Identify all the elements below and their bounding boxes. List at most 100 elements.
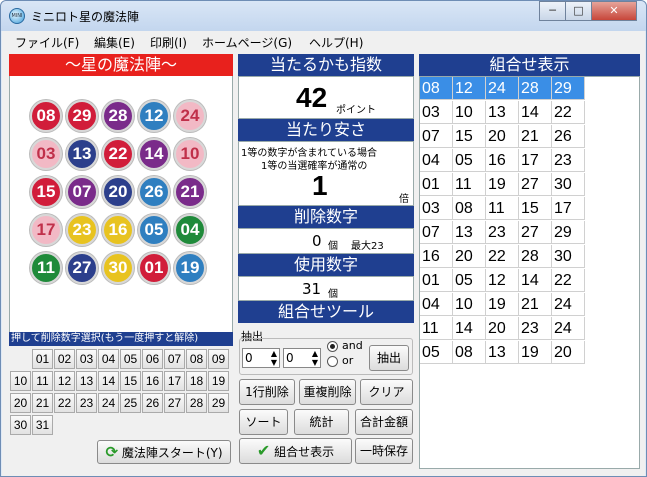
combo-cell[interactable]: 13	[486, 341, 519, 364]
number-button[interactable]: 18	[186, 371, 207, 391]
combo-cell[interactable]: 26	[552, 125, 585, 148]
combo-cell[interactable]: 21	[519, 125, 552, 148]
stats-button[interactable]: 統計	[294, 409, 349, 435]
combo-cell[interactable]: 05	[453, 269, 486, 292]
extract-spin-1[interactable]: 0 ▲ ▼	[242, 348, 280, 368]
number-button[interactable]: 17	[164, 371, 185, 391]
menu-help[interactable]: ヘルプ(H)	[309, 34, 363, 51]
combo-cell[interactable]: 05	[453, 149, 486, 172]
combo-cell[interactable]: 11	[486, 197, 519, 220]
number-button[interactable]: 02	[54, 349, 75, 369]
combo-cell[interactable]: 22	[552, 101, 585, 124]
combo-cell[interactable]: 23	[552, 149, 585, 172]
extract-spin-2[interactable]: 0 ▲ ▼	[283, 348, 321, 368]
combo-cell[interactable]: 17	[552, 197, 585, 220]
combo-cell[interactable]: 13	[453, 221, 486, 244]
spin-arrows-icon[interactable]: ▲ ▼	[312, 349, 318, 367]
number-button[interactable]: 26	[142, 393, 163, 413]
number-button[interactable]: 04	[98, 349, 119, 369]
combo-cell[interactable]: 14	[519, 269, 552, 292]
duplicate-delete-button[interactable]: 重複削除	[299, 379, 356, 405]
combo-cell[interactable]: 16	[420, 245, 453, 268]
sort-button[interactable]: ソート	[239, 409, 288, 435]
combo-cell[interactable]: 07	[420, 221, 453, 244]
combo-cell[interactable]: 23	[519, 317, 552, 340]
number-button[interactable]: 21	[32, 393, 53, 413]
number-button[interactable]: 08	[186, 349, 207, 369]
maximize-button[interactable]: □	[565, 1, 592, 21]
combo-cell[interactable]: 03	[420, 197, 453, 220]
number-button[interactable]: 13	[76, 371, 97, 391]
combo-cell[interactable]: 29	[552, 77, 585, 100]
combo-cell[interactable]: 14	[453, 317, 486, 340]
combo-cell[interactable]: 19	[519, 341, 552, 364]
number-button[interactable]: 14	[98, 371, 119, 391]
combo-cell[interactable]: 20	[552, 341, 585, 364]
combo-cell[interactable]: 10	[453, 293, 486, 316]
menu-homepage[interactable]: ホームページ(G)	[202, 34, 292, 51]
combo-cell[interactable]: 19	[486, 173, 519, 196]
menu-print[interactable]: 印刷(I)	[150, 34, 187, 51]
number-button[interactable]: 22	[54, 393, 75, 413]
number-button[interactable]: 01	[32, 349, 53, 369]
number-button[interactable]: 09	[208, 349, 229, 369]
combo-cell[interactable]: 22	[552, 269, 585, 292]
magic-start-button[interactable]: ⟳ 魔法陣スタート(Y)	[97, 440, 231, 464]
number-button[interactable]: 24	[98, 393, 119, 413]
menu-edit[interactable]: 編集(E)	[94, 34, 135, 51]
combo-cell[interactable]: 28	[519, 77, 552, 100]
number-button[interactable]: 28	[186, 393, 207, 413]
combo-cell[interactable]: 20	[486, 317, 519, 340]
number-button[interactable]: 31	[32, 415, 53, 435]
combo-cell[interactable]: 24	[552, 317, 585, 340]
number-button[interactable]: 25	[120, 393, 141, 413]
number-button[interactable]: 15	[120, 371, 141, 391]
combo-cell[interactable]: 11	[420, 317, 453, 340]
combo-cell[interactable]: 22	[486, 245, 519, 268]
combo-cell[interactable]: 17	[519, 149, 552, 172]
title-bar[interactable]: MINI ミニロト星の魔法陣 ─ □ ✕	[1, 1, 646, 31]
clear-button[interactable]: クリア	[360, 379, 413, 405]
number-button[interactable]: 05	[120, 349, 141, 369]
combo-cell[interactable]: 11	[453, 173, 486, 196]
combo-cell[interactable]: 20	[453, 245, 486, 268]
combo-cell[interactable]: 07	[420, 125, 453, 148]
combo-cell[interactable]: 14	[519, 101, 552, 124]
spin-arrows-icon[interactable]: ▲ ▼	[271, 349, 277, 367]
radio-or[interactable]	[327, 356, 338, 367]
number-button[interactable]: 10	[10, 371, 31, 391]
number-button[interactable]: 07	[164, 349, 185, 369]
number-button[interactable]: 20	[10, 393, 31, 413]
combo-cell[interactable]: 01	[420, 173, 453, 196]
number-button[interactable]: 12	[54, 371, 75, 391]
close-button[interactable]: ✕	[591, 1, 637, 21]
number-button[interactable]: 06	[142, 349, 163, 369]
number-button[interactable]: 11	[32, 371, 53, 391]
radio-and[interactable]	[327, 341, 338, 352]
number-button[interactable]: 19	[208, 371, 229, 391]
combo-cell[interactable]: 27	[519, 221, 552, 244]
combo-cell[interactable]: 28	[519, 245, 552, 268]
combo-cell[interactable]: 08	[453, 197, 486, 220]
number-button[interactable]: 27	[164, 393, 185, 413]
combo-cell[interactable]: 04	[420, 149, 453, 172]
combo-cell[interactable]: 30	[552, 173, 585, 196]
combo-cell[interactable]: 13	[486, 101, 519, 124]
extract-button[interactable]: 抽出	[369, 345, 409, 371]
combo-cell[interactable]: 12	[453, 77, 486, 100]
combo-cell[interactable]: 03	[420, 101, 453, 124]
number-button[interactable]: 23	[76, 393, 97, 413]
number-button[interactable]: 16	[142, 371, 163, 391]
minimize-button[interactable]: ─	[539, 1, 566, 21]
combo-cell[interactable]: 04	[420, 293, 453, 316]
combo-cell[interactable]: 20	[486, 125, 519, 148]
combo-cell[interactable]: 08	[420, 77, 453, 100]
combo-cell[interactable]: 19	[486, 293, 519, 316]
row-delete-button[interactable]: 1行削除	[239, 379, 295, 405]
combo-cell[interactable]: 01	[420, 269, 453, 292]
menu-file[interactable]: ファイル(F)	[15, 34, 79, 51]
show-combo-button[interactable]: ✔ 組合せ表示	[239, 438, 352, 464]
number-button[interactable]: 03	[76, 349, 97, 369]
combo-cell[interactable]: 08	[453, 341, 486, 364]
combo-cell[interactable]: 16	[486, 149, 519, 172]
